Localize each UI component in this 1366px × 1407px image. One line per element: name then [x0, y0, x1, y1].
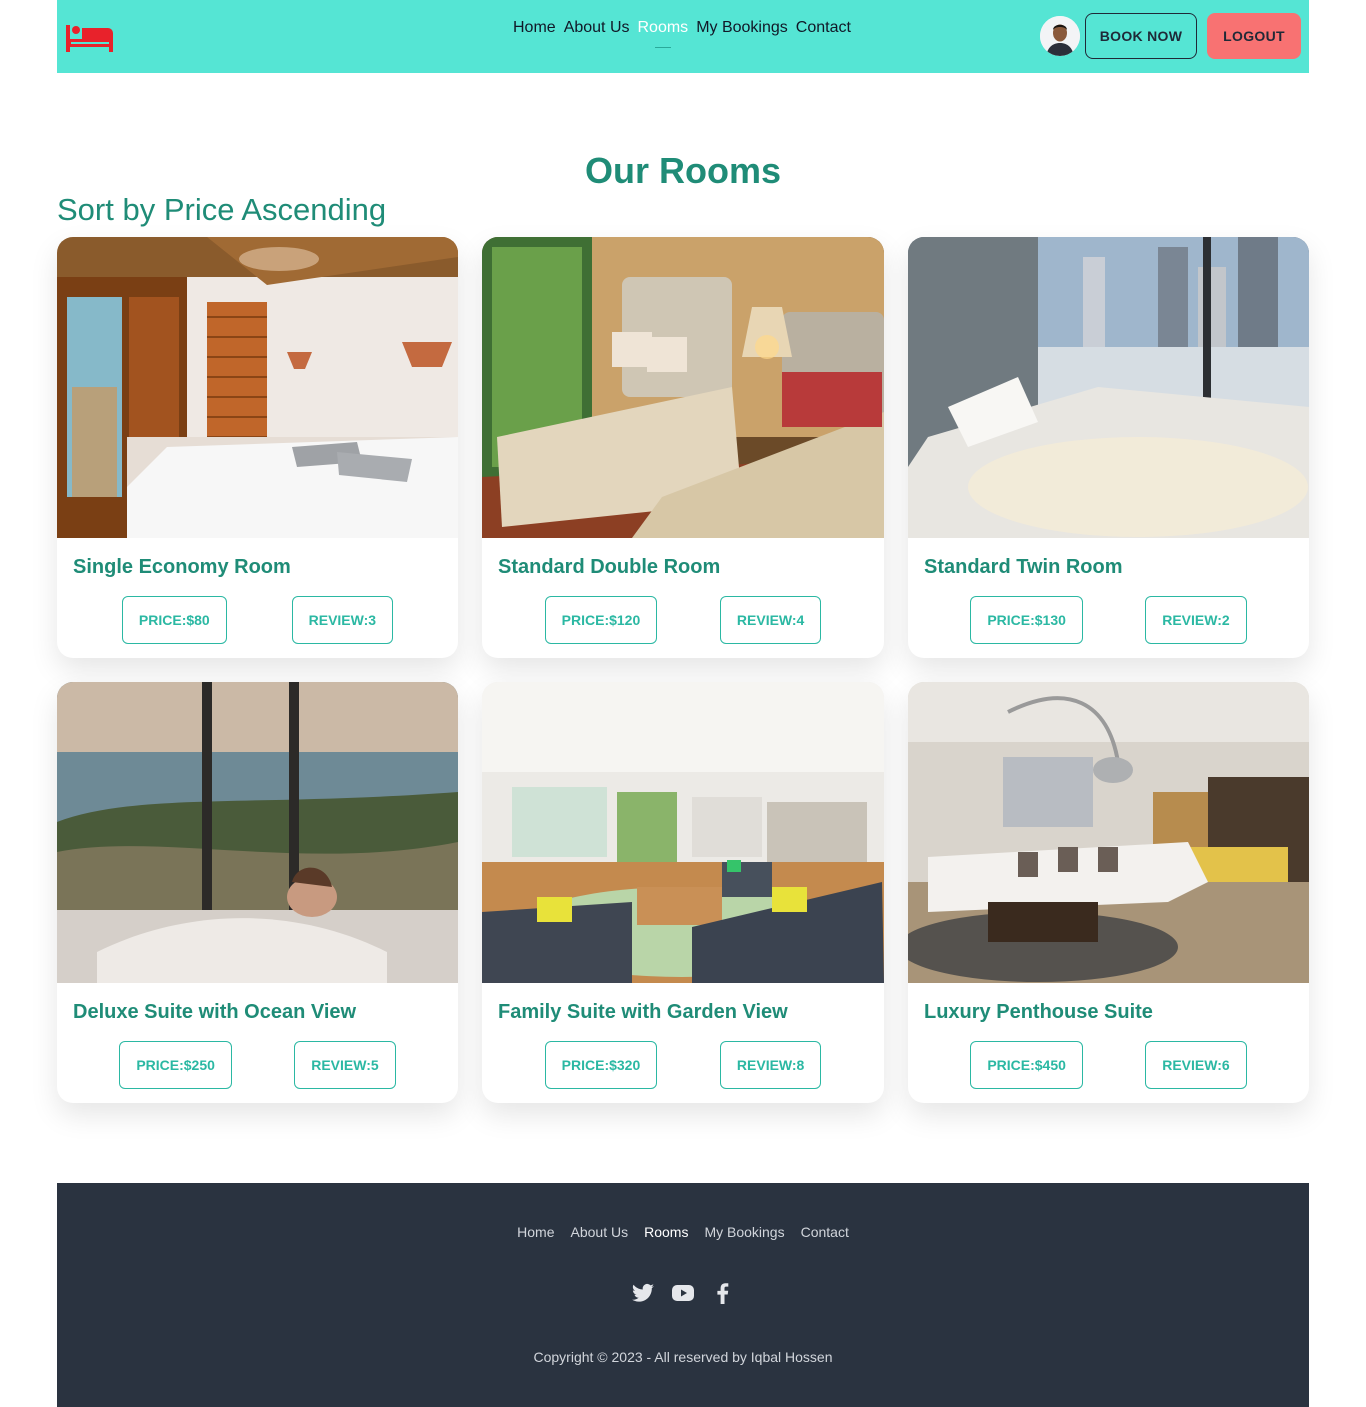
review-button[interactable]: REVIEW:5: [294, 1041, 396, 1089]
user-avatar-icon: [1040, 16, 1080, 56]
review-button[interactable]: REVIEW:4: [719, 596, 822, 644]
room-card[interactable]: Standard Twin Room PRICE:$130 REVIEW:2: [908, 237, 1309, 658]
room-actions: PRICE:$130 REVIEW:2: [908, 596, 1309, 644]
price-button[interactable]: PRICE:$130: [970, 596, 1083, 644]
room-name: Standard Twin Room: [924, 556, 1123, 578]
review-button[interactable]: REVIEW:3: [291, 596, 394, 644]
footer-link-rooms[interactable]: Rooms: [644, 1224, 688, 1240]
room-actions: PRICE:$320 REVIEW:8: [482, 1041, 884, 1089]
book-now-button[interactable]: BOOK NOW: [1085, 13, 1197, 59]
room-name: Single Economy Room: [73, 556, 291, 578]
room-actions: PRICE:$80 REVIEW:3: [57, 596, 458, 644]
sort-by-price-toggle[interactable]: Sort by Price Ascending: [57, 192, 386, 228]
room-card[interactable]: Single Economy Room PRICE:$80 REVIEW:3: [57, 237, 458, 658]
room-name: Deluxe Suite with Ocean View: [73, 1001, 357, 1023]
room-photo: [57, 237, 458, 538]
navbar: Home About Us Rooms My Bookings Contact …: [57, 0, 1309, 73]
room-name: Family Suite with Garden View: [498, 1001, 788, 1023]
bed-icon[interactable]: [65, 22, 115, 54]
price-button[interactable]: PRICE:$80: [121, 596, 227, 644]
room-card[interactable]: Luxury Penthouse Suite PRICE:$450 REVIEW…: [908, 682, 1309, 1103]
room-card[interactable]: Deluxe Suite with Ocean View PRICE:$250 …: [57, 682, 458, 1103]
review-button[interactable]: REVIEW:8: [719, 1041, 822, 1089]
logout-button[interactable]: LOGOUT: [1207, 13, 1301, 59]
youtube-icon[interactable]: [671, 1281, 695, 1305]
room-name: Standard Double Room: [498, 556, 721, 578]
review-button[interactable]: REVIEW:2: [1145, 596, 1247, 644]
price-button[interactable]: PRICE:$120: [544, 596, 658, 644]
room-photo: [57, 682, 458, 983]
page-title: Our Rooms: [584, 150, 781, 191]
footer: Home About Us Rooms My Bookings Contact …: [57, 1183, 1309, 1407]
copyright-text: Copyright © 2023 - All reserved by Iqbal…: [533, 1349, 833, 1365]
room-card[interactable]: Standard Double Room PRICE:$120 REVIEW:4: [482, 237, 884, 658]
room-name: Luxury Penthouse Suite: [924, 1001, 1153, 1023]
review-button[interactable]: REVIEW:6: [1145, 1041, 1247, 1089]
price-button[interactable]: PRICE:$320: [544, 1041, 658, 1089]
room-photo: [482, 237, 884, 538]
footer-link-my-bookings[interactable]: My Bookings: [704, 1224, 784, 1240]
twitter-icon[interactable]: [631, 1281, 655, 1305]
room-photo: [482, 682, 884, 983]
nav-rooms[interactable]: Rooms: [634, 18, 693, 38]
footer-nav: Home About Us Rooms My Bookings Contact: [57, 1224, 1309, 1240]
room-card[interactable]: Family Suite with Garden View PRICE:$320…: [482, 682, 884, 1103]
room-actions: PRICE:$250 REVIEW:5: [57, 1041, 458, 1089]
room-actions: PRICE:$450 REVIEW:6: [908, 1041, 1309, 1089]
room-actions: PRICE:$120 REVIEW:4: [482, 596, 884, 644]
room-photo: [908, 237, 1309, 538]
price-button[interactable]: PRICE:$250: [119, 1041, 232, 1089]
rooms-grid: Single Economy Room PRICE:$80 REVIEW:3 S…: [57, 237, 1309, 1103]
nav-my-bookings[interactable]: My Bookings: [692, 18, 792, 38]
price-button[interactable]: PRICE:$450: [970, 1041, 1083, 1089]
avatar[interactable]: [1040, 16, 1080, 56]
footer-link-about-us[interactable]: About Us: [571, 1224, 629, 1240]
facebook-icon[interactable]: [711, 1281, 735, 1305]
footer-link-home[interactable]: Home: [517, 1224, 554, 1240]
main-nav: Home About Us Rooms My Bookings Contact: [509, 18, 855, 38]
nav-home[interactable]: Home: [509, 18, 560, 38]
footer-link-contact[interactable]: Contact: [801, 1224, 849, 1240]
nav-about-us[interactable]: About Us: [560, 18, 634, 38]
social-links: [57, 1281, 1309, 1305]
room-photo: [908, 682, 1309, 983]
nav-contact[interactable]: Contact: [792, 18, 855, 38]
